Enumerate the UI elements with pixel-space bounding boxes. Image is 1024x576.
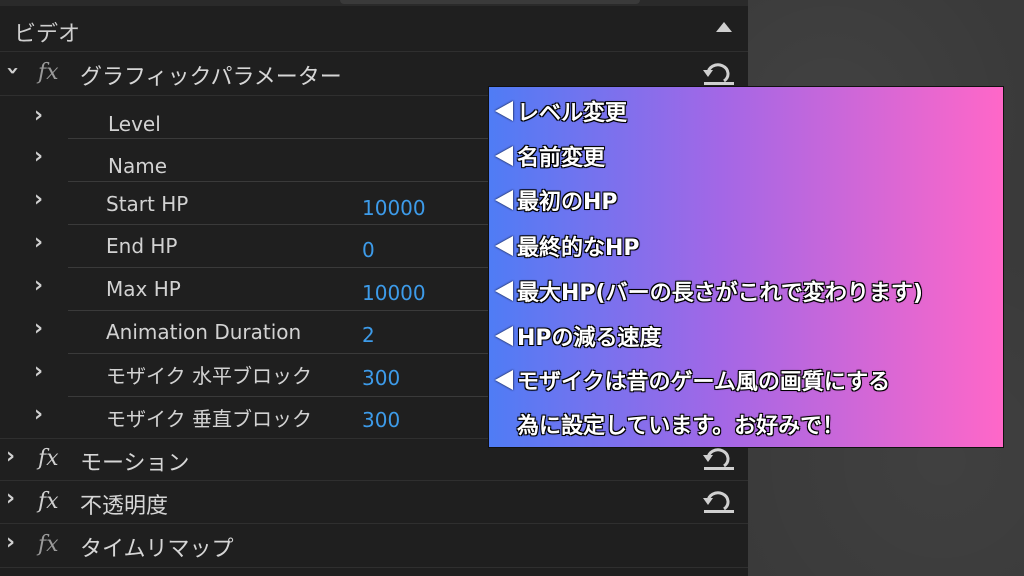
effect-name: タイムリマップ	[80, 537, 234, 562]
section-title: ビデオ	[14, 22, 81, 47]
property-name: Level	[108, 112, 161, 136]
property-value[interactable]: 2	[362, 323, 375, 347]
annotation-line: 最大HP(バーの長さがこれで変わります)	[495, 275, 923, 307]
arrow-left-icon	[495, 190, 513, 210]
property-value[interactable]: 10000	[362, 196, 426, 220]
arrow-left-icon	[495, 281, 513, 301]
property-name: モザイク 垂直ブロック	[106, 407, 312, 431]
effect-name: グラフィックパラメーター	[80, 65, 342, 90]
fx-icon[interactable]: fx	[38, 446, 59, 471]
chevron-right-icon[interactable]: ›	[34, 187, 43, 212]
annotation-box: レベル変更 名前変更 最初のHP 最終的なHP 最大HP(バーの長さがこれで変わ…	[488, 86, 1004, 448]
property-value[interactable]: 10000	[362, 281, 426, 305]
chevron-right-icon[interactable]: ›	[34, 402, 43, 427]
annotation-line: 最終的なHP	[495, 230, 640, 262]
effect-row-time-remap[interactable]: › fx タイムリマップ	[0, 524, 748, 568]
property-name: モザイク 水平ブロック	[106, 364, 312, 388]
property-value[interactable]: 0	[362, 238, 375, 262]
chevron-right-icon[interactable]: ›	[34, 273, 43, 298]
annotation-line: HPの減る速度	[495, 320, 662, 352]
chevron-right-icon[interactable]: ›	[6, 444, 15, 469]
property-name: Name	[108, 154, 168, 178]
fx-icon[interactable]: fx	[38, 532, 59, 557]
effect-name: 不透明度	[80, 494, 169, 519]
annotation-line: 最初のHP	[495, 184, 618, 216]
reset-icon[interactable]	[702, 62, 736, 86]
chevron-right-icon[interactable]: ›	[6, 530, 15, 555]
arrow-left-icon	[495, 146, 513, 166]
chevron-down-icon[interactable]: ›	[0, 66, 25, 75]
chevron-right-icon[interactable]: ›	[34, 230, 43, 255]
annotation-line: レベル変更	[495, 95, 627, 127]
top-scroll-segment[interactable]	[340, 0, 640, 4]
arrow-left-icon	[495, 236, 513, 256]
property-value[interactable]: 300	[362, 408, 400, 432]
arrow-left-icon	[495, 326, 513, 346]
chevron-right-icon[interactable]: ›	[34, 144, 43, 169]
collapse-triangle-icon[interactable]	[716, 22, 732, 32]
property-name: End HP	[106, 234, 178, 258]
arrow-left-icon	[495, 101, 513, 121]
reset-icon[interactable]	[702, 447, 736, 471]
chevron-right-icon[interactable]: ›	[34, 316, 43, 341]
fx-icon[interactable]: fx	[38, 60, 59, 85]
property-name: Max HP	[106, 277, 181, 301]
effect-name: モーション	[80, 451, 190, 476]
annotation-line: 為に設定しています。お好みで！	[517, 414, 845, 439]
annotation-line: 名前変更	[495, 140, 605, 172]
chevron-right-icon[interactable]: ›	[34, 103, 43, 128]
chevron-right-icon[interactable]: ›	[34, 359, 43, 384]
property-value[interactable]: 300	[362, 366, 400, 390]
chevron-right-icon[interactable]: ›	[6, 486, 15, 511]
video-section-header[interactable]: ビデオ	[0, 6, 748, 52]
arrow-left-icon	[495, 370, 513, 390]
annotation-line: モザイクは昔のゲーム風の画質にする	[495, 364, 890, 396]
fx-icon[interactable]: fx	[38, 489, 59, 514]
property-name: Animation Duration	[106, 320, 302, 344]
property-name: Start HP	[106, 192, 189, 216]
reset-icon[interactable]	[702, 490, 736, 514]
effect-row-opacity[interactable]: › fx 不透明度	[0, 481, 748, 524]
